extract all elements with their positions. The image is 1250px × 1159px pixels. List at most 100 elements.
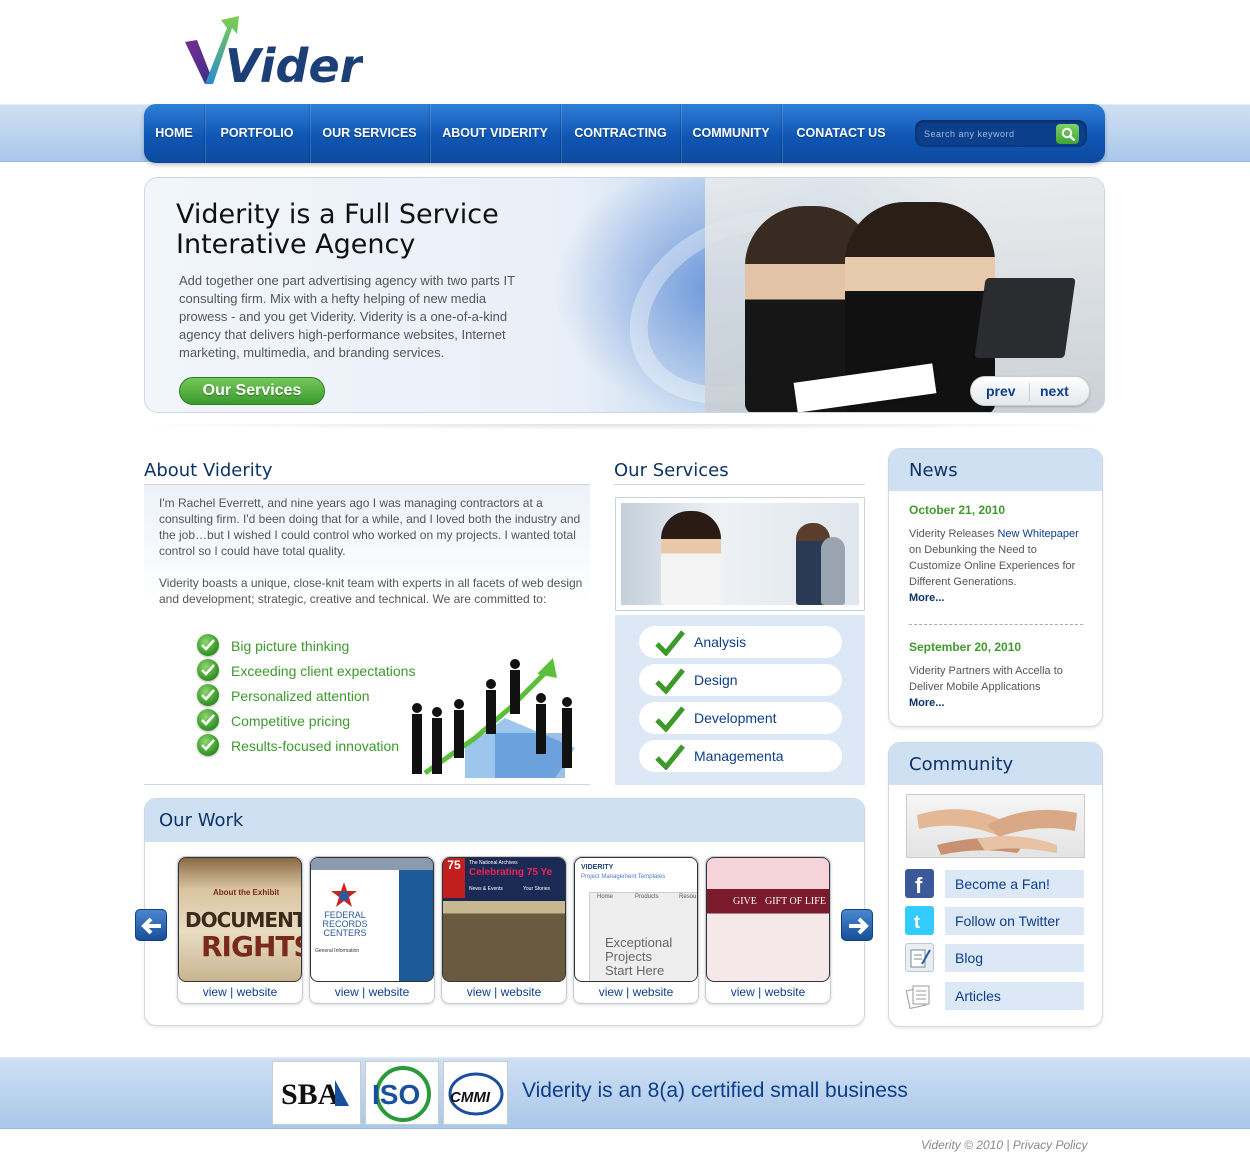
website-link[interactable]: website: [369, 985, 410, 999]
thumb-text: CENTERS: [323, 928, 367, 938]
news-more-link[interactable]: More...: [909, 697, 944, 709]
svg-text:f: f: [915, 873, 923, 898]
news-text-part: Viderity Releases: [909, 528, 998, 540]
work-next-button[interactable]: [841, 909, 873, 941]
next-button[interactable]: next: [1040, 377, 1069, 405]
blog-link[interactable]: Blog: [945, 944, 1084, 972]
website-link[interactable]: website: [633, 985, 674, 999]
link-separator: |: [490, 985, 501, 999]
work-prev-button[interactable]: [135, 909, 167, 941]
services-heading: Our Services: [614, 460, 729, 481]
nav-contracting[interactable]: CONTRACTING: [561, 104, 681, 163]
articles-icon[interactable]: [905, 981, 934, 1010]
hero-title-line2: Interative Agency: [176, 229, 416, 260]
service-label: Analysis: [694, 634, 747, 650]
viderity-logo[interactable]: Viderity: [183, 12, 363, 92]
divider-shadow: [120, 424, 1130, 430]
news-text: Viderity Partners with Accella to Delive…: [909, 665, 1063, 693]
articles-link[interactable]: Articles: [945, 982, 1084, 1010]
hero-laptop: [974, 278, 1076, 358]
star-logo-icon: [331, 882, 357, 907]
news-date: September 20, 2010: [909, 640, 1022, 654]
search-icon: [1061, 127, 1075, 141]
thumb-text: Celebrating 75 Ye: [469, 867, 553, 878]
prev-button[interactable]: prev: [986, 377, 1016, 405]
nav-portfolio[interactable]: PORTFOLIO: [205, 104, 310, 163]
thumb-text: Home: [597, 894, 614, 900]
thumb-text: Project Management Templates: [581, 874, 666, 880]
work-thumb-documented-rights: About the Exhibit DOCUMENTED RIGHTS view…: [177, 856, 303, 1004]
news-more-link[interactable]: More...: [909, 592, 944, 604]
website-link[interactable]: website: [765, 985, 806, 999]
blog-icon[interactable]: [905, 943, 934, 972]
arrow-left-icon: [141, 917, 161, 935]
thumb-text: News & Events: [469, 886, 503, 892]
thumb-text: General Information: [315, 948, 360, 954]
nav-our-services[interactable]: OUR SERVICES: [310, 104, 430, 163]
sba-logo-text: SBA: [281, 1078, 340, 1111]
our-work-header: [145, 799, 864, 842]
view-link[interactable]: view: [335, 985, 359, 999]
checkmark-icon: [655, 744, 685, 770]
view-link[interactable]: view: [599, 985, 623, 999]
thumb-text: Exceptional: [605, 935, 673, 950]
service-analysis[interactable]: Analysis: [639, 626, 842, 658]
hero-our-services-button[interactable]: Our Services: [179, 377, 325, 405]
news-heading: News: [909, 460, 958, 481]
work-thumb-gift-of-life: GIVE GIFT OF LIFE view | website: [705, 856, 831, 1004]
link-separator: |: [754, 985, 765, 999]
about-heading: About Viderity: [144, 460, 273, 481]
view-link[interactable]: view: [731, 985, 755, 999]
services-rule: [614, 484, 865, 485]
about-paragraph-1: I'm Rachel Everrett, and nine years ago …: [159, 496, 581, 558]
facebook-icon[interactable]: f: [905, 869, 934, 898]
copyright-text[interactable]: Viderity © 2010 | Privacy Policy: [921, 1138, 1087, 1152]
work-thumb-national-archives: 75 The National Archives Celebrating 75 …: [441, 856, 567, 1004]
link-separator: |: [226, 985, 237, 999]
follow-on-twitter-link[interactable]: Follow on Twitter: [945, 907, 1084, 935]
service-design[interactable]: Design: [639, 664, 842, 696]
thumb-text: The National Archives: [469, 860, 518, 866]
link-separator: |: [358, 985, 369, 999]
certification-text: Viderity is an 8(a) certified small busi…: [522, 1079, 908, 1102]
cmmi-logo: CMMI: [443, 1061, 508, 1125]
view-link[interactable]: view: [203, 985, 227, 999]
point-big-picture: Big picture thinking: [231, 638, 350, 654]
search-box: [915, 120, 1087, 147]
hero-description: Add together one part advertising agency…: [179, 273, 515, 360]
nav-home[interactable]: HOME: [144, 104, 205, 163]
check-icon: [197, 634, 219, 656]
new-whitepaper-link[interactable]: New Whitepaper: [997, 528, 1078, 540]
twitter-icon[interactable]: t: [905, 906, 934, 935]
website-link[interactable]: website: [501, 985, 542, 999]
thumb-text: Start Here: [605, 963, 665, 978]
services-photo: [615, 497, 865, 611]
news-divider: [909, 624, 1083, 625]
thumb-links: view | website: [574, 985, 698, 999]
thumb-text: About the Exhibit: [213, 888, 280, 897]
hero-title: Viderity is a Full Service Interative Ag…: [176, 200, 536, 260]
search-button[interactable]: [1056, 124, 1079, 144]
checkmark-icon: [655, 706, 685, 732]
about-paragraph-2: Viderity boasts a unique, close-knit tea…: [159, 576, 583, 606]
business-growth-illustration-icon: [412, 658, 575, 778]
point-exceeding: Exceeding client expectations: [231, 663, 416, 679]
search-input[interactable]: [924, 125, 1054, 142]
point-competitive: Competitive pricing: [231, 713, 351, 729]
service-development[interactable]: Development: [639, 702, 842, 734]
point-results: Results-focused innovation: [231, 738, 400, 754]
nav-contact-us[interactable]: CONATACT US: [782, 104, 900, 163]
nav-community[interactable]: COMMUNITY: [681, 104, 782, 163]
thumb-text: Projects: [605, 949, 652, 964]
service-label: Design: [694, 672, 738, 688]
work-heading: Our Work: [159, 810, 244, 831]
thumb-text: Resou: [679, 894, 697, 900]
service-management[interactable]: Managementa: [639, 740, 842, 772]
hero-title-line1: Viderity is a Full Service: [176, 199, 499, 230]
website-link[interactable]: website: [237, 985, 278, 999]
view-link[interactable]: view: [467, 985, 491, 999]
become-a-fan-link[interactable]: Become a Fan!: [945, 870, 1084, 898]
checkmark-icon: [655, 668, 685, 694]
nav-about-viderity[interactable]: ABOUT VIDERITY: [430, 104, 561, 163]
checkmark-icon: [655, 630, 685, 656]
